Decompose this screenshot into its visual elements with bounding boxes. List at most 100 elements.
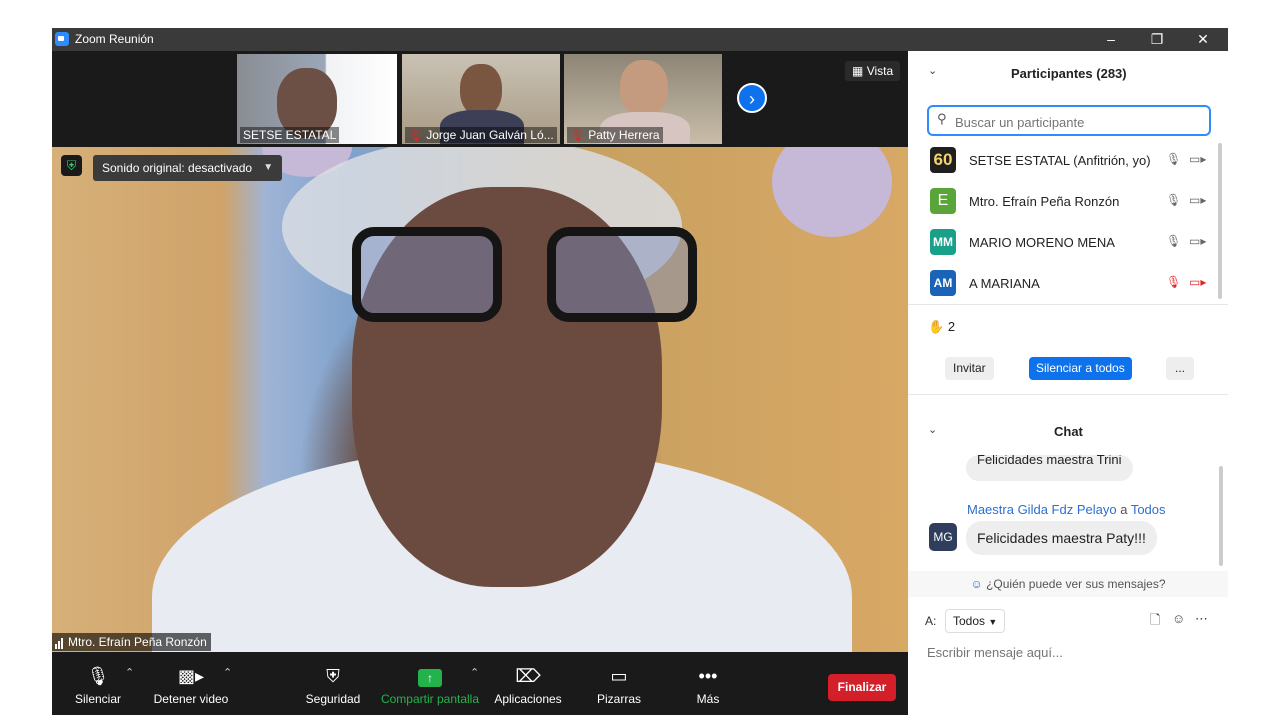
- collapse-chevron-icon[interactable]: ⌄: [928, 64, 937, 77]
- collapse-chevron-icon[interactable]: ⌄: [928, 423, 937, 436]
- mute-button[interactable]: 🎙︎ Silenciar: [72, 664, 124, 706]
- glasses-lens-left: [352, 227, 502, 322]
- participant-row[interactable]: MM MARIO MORENO MENA 🎙︎ ▭▸: [908, 225, 1218, 266]
- participant-name: Mtro. Efraín Peña Ronzón: [969, 194, 1120, 209]
- chat-message-input[interactable]: [925, 641, 1219, 663]
- chat-message-bubble: Felicidades maestra Trini: [966, 455, 1133, 481]
- encryption-shield-icon[interactable]: ⛨: [61, 155, 82, 176]
- window-title: Zoom Reunión: [75, 32, 154, 46]
- microphone-icon: 🎙︎: [86, 666, 110, 686]
- speaker-name: Mtro. Efraín Peña Ronzón: [68, 635, 207, 649]
- minimize-icon[interactable]: –: [1088, 29, 1134, 50]
- video-camera-icon: ▩▸: [177, 666, 205, 686]
- participant-name: A MARIANA: [969, 276, 1040, 291]
- participants-title: Participantes (283): [1011, 66, 1127, 81]
- participant-name: MARIO MORENO MENA: [969, 235, 1115, 250]
- search-icon: ⚲: [937, 111, 947, 126]
- participant-name: SETSE ESTATAL (Anfitrión, yo): [969, 153, 1151, 168]
- video-camera-icon[interactable]: ▭▸: [1189, 193, 1206, 207]
- original-sound-dropdown[interactable]: Sonido original: desactivado ▼: [93, 155, 283, 181]
- microphone-muted-icon[interactable]: 🎙︎: [1166, 275, 1181, 289]
- participant-row[interactable]: 60 SETSE ESTATAL (Anfitrión, yo) 🎙︎ ▭▸: [908, 143, 1218, 184]
- chat-scrollbar[interactable]: [1219, 466, 1223, 566]
- chat-recipient-select[interactable]: Todos ▼: [945, 609, 1006, 633]
- thumbnail-strip: SETSE ESTATAL 🎙︎ Jorge Juan Galván Ló... …: [52, 51, 908, 147]
- chevron-down-icon: ▼: [988, 617, 998, 627]
- security-button[interactable]: ⛨ Seguridad: [304, 664, 362, 706]
- apps-label: Aplicaciones: [494, 692, 562, 706]
- chat-title: Chat: [1054, 424, 1083, 439]
- share-screen-label: Compartir pantalla: [380, 692, 480, 706]
- video-camera-icon[interactable]: ▭▸: [1189, 152, 1206, 166]
- thumbnail-face: [460, 64, 502, 116]
- participant-search-input[interactable]: [953, 112, 1207, 132]
- thumbnail-name-label: 🎙︎ Patty Herrera: [567, 127, 663, 143]
- restore-icon[interactable]: ❐: [1134, 29, 1180, 50]
- mute-all-button[interactable]: Silenciar a todos: [1029, 357, 1132, 380]
- whiteboards-button[interactable]: ▭ Pizarras: [596, 664, 642, 706]
- participant-row[interactable]: E Mtro. Efraín Peña Ronzón 🎙︎ ▭▸: [908, 184, 1218, 225]
- chat-recipient-value: Todos: [953, 614, 986, 628]
- shield-icon: ⛨: [326, 666, 340, 686]
- signal-strength-icon: [55, 635, 64, 649]
- audio-options-caret-icon[interactable]: ⌃: [125, 666, 134, 679]
- active-speaker-video: ⛨ Sonido original: desactivado ▼ Mtro. E…: [52, 147, 908, 652]
- view-button[interactable]: ▦ Vista: [845, 61, 901, 81]
- chat-message-bubble: Felicidades maestra Paty!!!: [966, 521, 1157, 555]
- thumbnail-video[interactable]: 🎙︎ Patty Herrera: [564, 54, 722, 144]
- view-label: Vista: [866, 64, 894, 78]
- video-options-caret-icon[interactable]: ⌃: [223, 666, 232, 679]
- share-screen-button[interactable]: ↑ Compartir pantalla: [380, 664, 480, 706]
- speaker-name-tag: Mtro. Efraín Peña Ronzón: [52, 633, 211, 651]
- apps-button[interactable]: ⌦ Aplicaciones: [492, 664, 564, 706]
- emoji-icon[interactable]: ☺: [1172, 611, 1185, 626]
- stop-video-button[interactable]: ▩▸ Detener video: [152, 664, 230, 706]
- who-can-see-messages[interactable]: ☺ ¿Quién puede ver sus mensajes?: [908, 571, 1228, 597]
- grid-icon: ▦: [852, 64, 864, 78]
- thumbnail-name: Patty Herrera: [588, 128, 660, 142]
- thumbnail-name: Jorge Juan Galván Ló...: [426, 128, 554, 142]
- next-page-arrow-icon[interactable]: ›: [737, 83, 767, 113]
- chat-to-label: A:: [925, 614, 937, 628]
- participant-avatar: E: [930, 188, 956, 214]
- thumbnail-face: [620, 60, 668, 116]
- end-meeting-button[interactable]: Finalizar: [828, 674, 896, 701]
- thumbnail-video[interactable]: SETSE ESTATAL: [237, 54, 397, 144]
- who-can-see-label: ¿Quién puede ver sus mensajes?: [986, 577, 1166, 591]
- more-options-icon[interactable]: ⋯: [1195, 611, 1208, 627]
- microphone-icon[interactable]: 🎙︎: [1166, 152, 1181, 166]
- participants-scrollbar[interactable]: [1218, 143, 1222, 299]
- mute-label: Silenciar: [74, 692, 122, 706]
- zoom-window: Zoom Reunión – ❐ ✕ SETSE ESTATAL 🎙︎ Jorge…: [52, 28, 1228, 715]
- invite-button[interactable]: Invitar: [945, 357, 994, 380]
- security-label: Seguridad: [305, 692, 361, 706]
- video-camera-off-icon[interactable]: ▭▸: [1189, 275, 1206, 289]
- speaker-glasses: [342, 227, 702, 327]
- chat-message-text: Felicidades maestra Trini: [977, 455, 1122, 467]
- apps-icon: ⌦: [515, 666, 541, 686]
- chat-sender-name[interactable]: Maestra Gilda Fdz Pelayo: [967, 502, 1117, 517]
- microphone-icon[interactable]: 🎙︎: [1166, 193, 1181, 207]
- chat-recipient[interactable]: Todos: [1131, 502, 1166, 517]
- close-icon[interactable]: ✕: [1180, 29, 1226, 50]
- stop-video-label: Detener video: [153, 692, 229, 706]
- thumbnail-video[interactable]: 🎙︎ Jorge Juan Galván Ló...: [402, 54, 560, 144]
- video-camera-icon[interactable]: ▭▸: [1189, 234, 1206, 248]
- clapping-hands-icon: ✋: [928, 319, 945, 334]
- share-options-caret-icon[interactable]: ⌃: [470, 666, 479, 679]
- participant-avatar: AM: [930, 270, 956, 296]
- participant-avatar: 60: [930, 147, 956, 173]
- whiteboard-icon: ▭: [610, 666, 628, 686]
- more-button[interactable]: ••• Más: [692, 664, 724, 706]
- participant-row[interactable]: AM A MARIANA 🎙︎ ▭▸: [908, 266, 1218, 307]
- balloon: [772, 147, 892, 237]
- microphone-icon[interactable]: 🎙︎: [1166, 234, 1181, 248]
- chevron-down-icon: ▼: [263, 162, 274, 173]
- reaction-count-value: 2: [947, 319, 956, 334]
- file-icon[interactable]: 🗋︎: [1150, 611, 1160, 633]
- thumbnail-name: SETSE ESTATAL: [240, 127, 340, 143]
- reaction-count: ✋ 2: [928, 319, 955, 335]
- mic-muted-icon: 🎙︎: [570, 128, 586, 142]
- participant-search[interactable]: ⚲: [927, 105, 1211, 136]
- participants-more-button[interactable]: ...: [1166, 357, 1195, 380]
